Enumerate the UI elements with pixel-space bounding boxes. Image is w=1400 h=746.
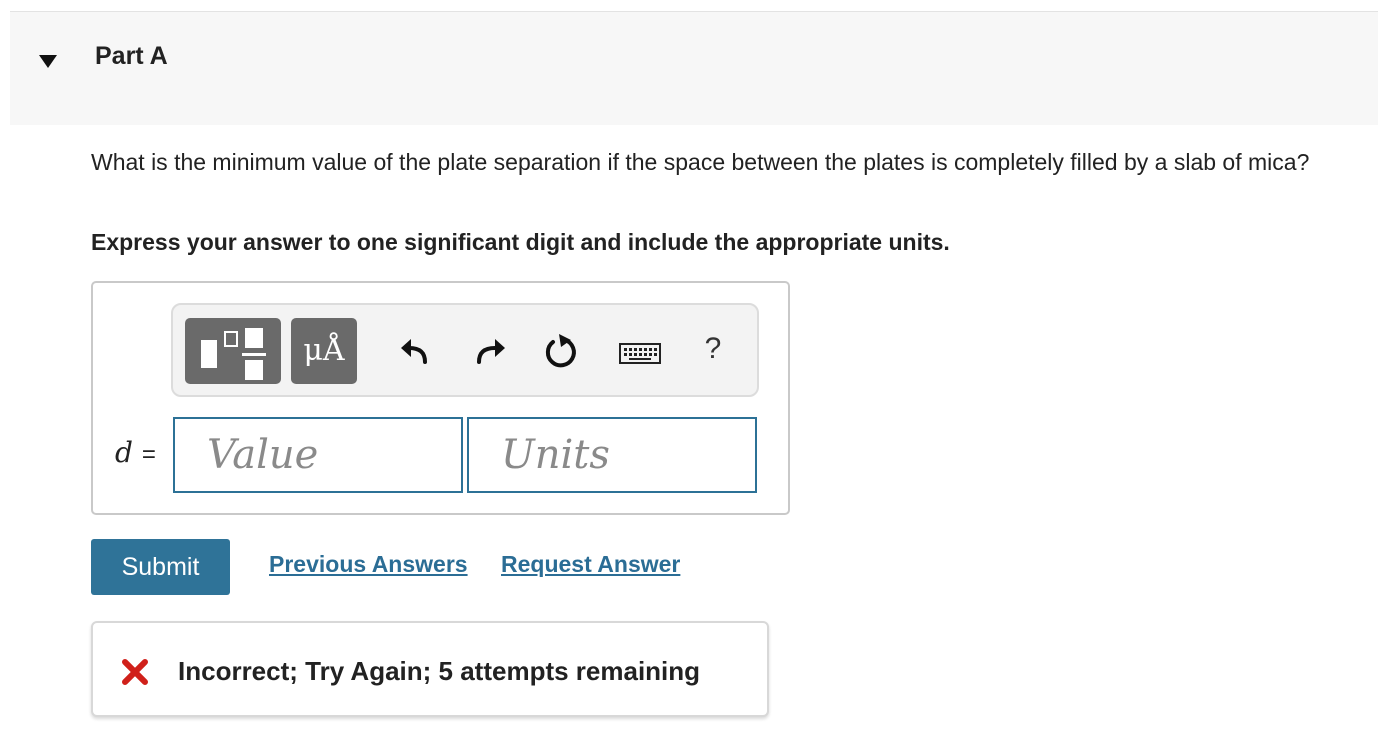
equals-sign: = [141,441,156,468]
redo-icon[interactable] [467,330,511,374]
units-button[interactable]: μÅ [291,318,357,384]
units-input[interactable] [469,419,755,491]
value-field[interactable] [173,417,463,493]
feedback-box: Incorrect; Try Again; 5 attempts remaini… [91,621,769,717]
value-input[interactable] [175,419,461,491]
part-title: Part A [95,42,168,70]
triangle-down-icon[interactable] [38,52,58,72]
question-text: What is the minimum value of the plate s… [91,149,1310,175]
keyboard-icon[interactable] [617,330,663,374]
templates-button[interactable] [185,318,281,384]
answer-box: μÅ ? d = Value Units [91,281,790,515]
answer-instruction: Express your answer to one significant d… [91,229,950,255]
request-answer-link[interactable]: Request Answer [501,551,680,578]
templates-icon [201,328,266,380]
x-icon [121,658,149,686]
answer-variable: d [115,436,133,469]
feedback-text: Incorrect; Try Again; 5 attempts remaini… [178,656,701,686]
math-toolbar: μÅ ? [171,303,759,397]
answer-variable-label: d = [115,436,156,469]
units-button-label: μÅ [303,333,345,368]
part-header[interactable]: Part A [10,12,1378,125]
undo-icon[interactable] [395,330,439,374]
help-button[interactable]: ? [693,327,733,371]
submit-button[interactable]: Submit [91,539,230,595]
units-field[interactable] [467,417,757,493]
reset-icon[interactable] [539,330,583,374]
previous-answers-link[interactable]: Previous Answers [269,551,468,578]
